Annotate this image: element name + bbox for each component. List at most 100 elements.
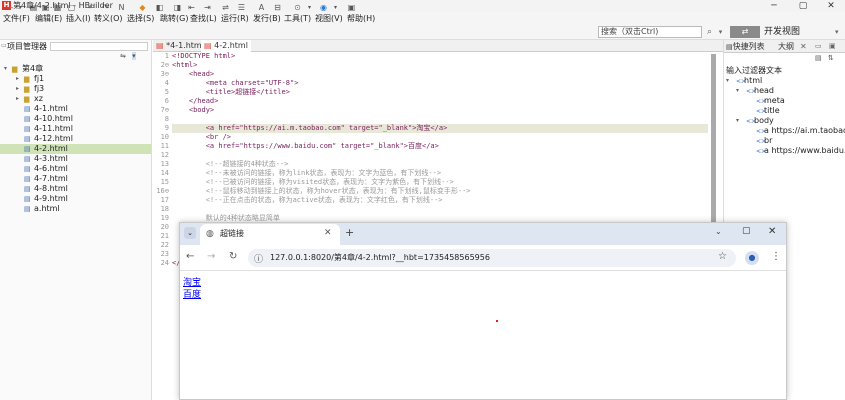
expanded-arrow-icon[interactable]: ▾ xyxy=(736,86,739,96)
editor-scrollbar[interactable] xyxy=(711,54,716,222)
tree-item[interactable]: ▸ ▆ fj3 xyxy=(0,84,151,94)
view-switch-select[interactable]: 开发视图 xyxy=(764,26,800,38)
indent-icon[interactable]: ☰ xyxy=(236,2,247,13)
view-switch-dropdown-icon[interactable]: ▾ xyxy=(835,26,839,38)
outline-close-icon[interactable]: ✕ xyxy=(800,42,807,51)
outline-item[interactable]: <>a https://ai.m.taobao.c xyxy=(756,126,845,136)
back-icon[interactable]: ← xyxy=(186,251,194,262)
run-dropdown-icon[interactable]: ▾ xyxy=(304,2,315,13)
code-line[interactable]: </head> xyxy=(172,97,219,106)
bookmark-star-icon[interactable]: ☆ xyxy=(718,251,727,262)
tab-4-1-html[interactable]: ▤ *4-1.html xyxy=(153,40,207,52)
save-all-icon[interactable]: ▦ xyxy=(52,2,63,13)
close-file-icon[interactable]: ▢ xyxy=(66,2,77,13)
tab-search-icon[interactable]: ⌄ xyxy=(184,227,196,239)
minimize-button[interactable]: ─ xyxy=(760,0,788,12)
code-line[interactable]: <!--超链接的4种状态--> xyxy=(172,160,289,169)
code-line[interactable]: <!--鼠标移动到链接上的状态，称为hover状态，表现为：有下划线,鼠标变手形… xyxy=(172,187,471,196)
collapsed-arrow-icon[interactable]: ▸ xyxy=(16,74,19,84)
go-forward-icon[interactable]: ⇥ xyxy=(202,2,213,13)
menu-find[interactable]: 查找(L) xyxy=(190,12,217,25)
collapsed-arrow-icon[interactable]: ▸ xyxy=(16,94,19,104)
format-icon[interactable]: N xyxy=(116,2,127,13)
tab-quick-list[interactable]: ▤快捷列表 xyxy=(726,40,765,54)
tab-4-2-html[interactable]: ▤ 4-2.html xyxy=(201,40,251,52)
new-dropdown-icon[interactable]: ▾ xyxy=(15,2,26,13)
code-line[interactable]: <!--正在点击的状态，称为active状态，表现为：文字红色，有下划线--> xyxy=(172,196,443,205)
run-icon[interactable]: ⊙ xyxy=(292,2,303,13)
close-window-button[interactable]: ✕ xyxy=(817,0,845,12)
bookmark-icon[interactable]: ◆ xyxy=(137,2,148,13)
browser-maximize-icon[interactable]: ▢ xyxy=(742,226,751,236)
outline-item[interactable]: ▾ <>body xyxy=(736,116,774,126)
panel-collapse-icon[interactable]: ▭ xyxy=(1,42,7,49)
menu-goto[interactable]: 跳转(G) xyxy=(160,12,188,25)
browser-preview-icon[interactable]: ◉ xyxy=(318,2,329,13)
new-tab-icon[interactable]: + xyxy=(345,226,354,239)
outline-item[interactable]: ▾ <>head xyxy=(736,86,774,96)
wrap-icon[interactable]: ⇌ xyxy=(220,2,231,13)
tree-item[interactable]: ▤ 4-12.html xyxy=(0,134,151,144)
expanded-arrow-icon[interactable]: ▾ xyxy=(736,116,739,126)
code-line[interactable]: <!--未被访问的链接，称为link状态，表现为：文字为蓝色，有下划线--> xyxy=(172,169,441,178)
menu-view[interactable]: 视图(V) xyxy=(315,12,343,25)
outline-maximize-icon[interactable]: ▣ xyxy=(829,42,836,50)
outline-minimize-icon[interactable]: ▭ xyxy=(815,42,822,50)
menu-select[interactable]: 选择(S) xyxy=(127,12,154,25)
menu-publish[interactable]: 发行(B) xyxy=(253,12,281,25)
project-filter-input[interactable] xyxy=(50,42,148,51)
profile-avatar-icon[interactable]: ● xyxy=(745,251,759,265)
next-edit-icon[interactable]: ◨ xyxy=(172,2,183,13)
outline-sort-icon[interactable]: ⇅ xyxy=(828,54,834,62)
code-line[interactable]: <title>超链接</title> xyxy=(172,88,290,97)
menu-escape[interactable]: 转义(O) xyxy=(94,12,123,25)
browser-menu-icon[interactable]: ⋮ xyxy=(771,251,781,262)
menu-tools[interactable]: 工具(T) xyxy=(284,12,311,25)
outline-item[interactable]: <>title xyxy=(756,106,780,116)
tree-item[interactable]: ▸ ▆ fj1 xyxy=(0,74,151,84)
tree-item[interactable]: ▤ 4-10.html xyxy=(0,114,151,124)
edge-preview-icon[interactable]: ▣ xyxy=(346,2,357,13)
menu-file[interactable]: 文件(F) xyxy=(3,12,30,25)
search-dropdown-icon[interactable]: ▾ xyxy=(716,26,725,38)
collapsed-arrow-icon[interactable]: ▸ xyxy=(16,84,19,94)
search-input[interactable]: 搜索（双击Ctrl) xyxy=(598,26,702,38)
prev-edit-icon[interactable]: ◧ xyxy=(154,2,165,13)
menu-run[interactable]: 运行(R) xyxy=(221,12,249,25)
tree-item[interactable]: ▤ 4-9.html xyxy=(0,194,151,204)
link-editor-icon[interactable]: ⇋ xyxy=(120,52,126,60)
code-line[interactable]: <!DOCTYPE html> xyxy=(172,52,235,61)
menu-edit[interactable]: 编辑(E) xyxy=(35,12,62,25)
code-line[interactable]: <body> xyxy=(172,106,214,115)
search-icon[interactable]: ⌕ xyxy=(704,26,715,38)
tree-item[interactable]: ▤ 4-6.html xyxy=(0,164,151,174)
forward-icon[interactable]: → xyxy=(207,251,215,262)
tree-item[interactable]: ▤ 4-11.html xyxy=(0,124,151,134)
font-size-icon[interactable]: A xyxy=(256,2,267,13)
tree-item[interactable]: ▤ 4-7.html xyxy=(0,174,151,184)
browser-dropdown-icon[interactable]: ▾ xyxy=(330,2,341,13)
site-info-icon[interactable]: ⓘ xyxy=(254,252,263,265)
menu-help[interactable]: 帮助(H) xyxy=(347,12,375,25)
collapse-all-icon[interactable]: ▾ xyxy=(132,52,136,60)
go-back-icon[interactable]: ⇤ xyxy=(186,2,197,13)
tree-item[interactable]: ▾ ▆ 第4章 xyxy=(0,64,151,74)
tree-item[interactable]: ▤ a.html xyxy=(0,204,151,214)
undo-icon[interactable]: ↶ xyxy=(86,2,97,13)
browser-dropdown-icon[interactable]: ⌄ xyxy=(715,227,722,236)
outline-item[interactable]: <>a https://www.baidu.co xyxy=(756,146,845,156)
save-icon[interactable]: ▣ xyxy=(40,2,51,13)
code-line[interactable]: <meta charset="UTF-8"> xyxy=(172,79,299,88)
open-folder-icon[interactable]: ▤ xyxy=(28,2,39,13)
tree-item[interactable]: ▤ 4-3.html xyxy=(0,154,151,164)
code-line[interactable]: <html> xyxy=(172,61,197,70)
maximize-button[interactable]: ▢ xyxy=(789,0,817,12)
outline-filter-input[interactable]: 输入过滤器文本 xyxy=(726,66,782,76)
close-tab-icon[interactable]: ✕ xyxy=(324,228,332,238)
tree-item[interactable]: ▸ ▆ xz xyxy=(0,94,151,104)
tree-item[interactable]: ▤ 4-8.html xyxy=(0,184,151,194)
expanded-arrow-icon[interactable]: ▾ xyxy=(726,76,729,86)
view-switch-icon[interactable]: ⇄ xyxy=(730,26,760,38)
code-line[interactable]: <br /> xyxy=(172,133,231,142)
code-line[interactable]: <a href="https://www.baidu.com" target="… xyxy=(172,142,439,151)
